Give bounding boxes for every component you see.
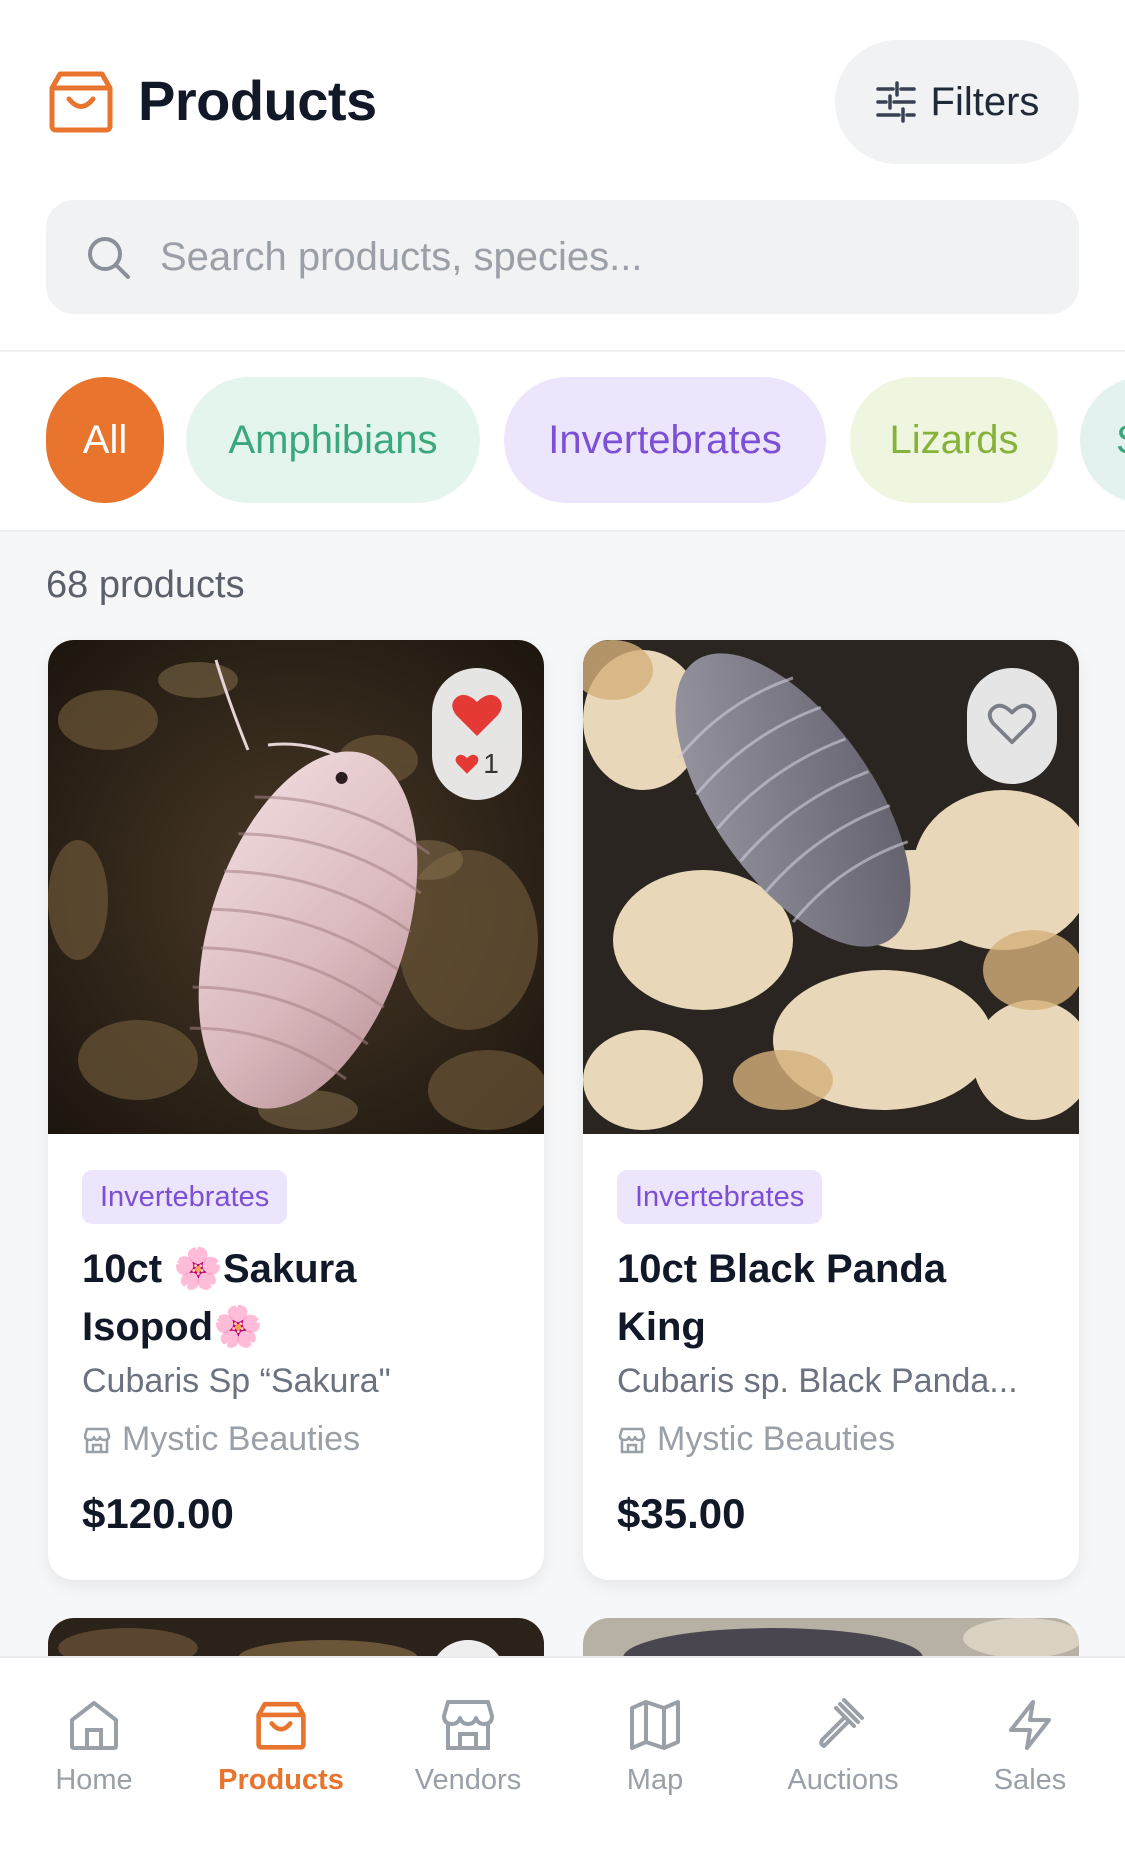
product-title-line: 10ct Black Panda bbox=[617, 1247, 947, 1291]
nav-label: Auctions bbox=[787, 1764, 899, 1796]
category-badge: Invertebrates bbox=[82, 1170, 288, 1224]
product-title-line: King bbox=[617, 1305, 706, 1349]
gavel-icon bbox=[819, 1698, 864, 1748]
chip-s[interactable]: S bbox=[1080, 377, 1125, 503]
nav-label: Home bbox=[55, 1764, 133, 1796]
home-icon bbox=[70, 1701, 118, 1750]
heart-small-icon bbox=[455, 754, 479, 774]
nav-label: Products bbox=[218, 1764, 344, 1796]
nav-auctions[interactable]: Auctions bbox=[763, 1698, 923, 1797]
sliders-icon bbox=[875, 81, 916, 123]
favorite-button[interactable] bbox=[967, 668, 1057, 784]
product-card[interactable]: Invertebrates 10ct Black Panda King Cuba… bbox=[583, 640, 1079, 1580]
product-price: $35.00 bbox=[617, 1490, 746, 1537]
product-card[interactable]: 1 Invertebrates 10ct 🌸Sakura Isopod🌸 Cub… bbox=[48, 640, 544, 1580]
search-icon bbox=[88, 237, 130, 279]
nav-home[interactable]: Home bbox=[14, 1698, 174, 1797]
nav-sales[interactable]: Sales bbox=[950, 1698, 1110, 1797]
nav-label: Map bbox=[626, 1764, 684, 1796]
chip-label: Lizards bbox=[889, 417, 1019, 462]
search-bar[interactable] bbox=[46, 200, 1079, 314]
nav-label: Vendors bbox=[414, 1764, 522, 1796]
product-title-line: 10ct 🌸Sakura bbox=[82, 1247, 357, 1291]
chip-label: Amphibians bbox=[228, 417, 438, 462]
chip-label: S bbox=[1116, 418, 1125, 463]
product-species: Cubaris Sp “Sakura" bbox=[82, 1362, 391, 1400]
products-screen: Products Filters All Amphibians bbox=[0, 0, 1125, 1858]
heart-filled-icon bbox=[452, 694, 502, 736]
header: Products Filters bbox=[0, 0, 1125, 352]
nav-label: Sales bbox=[993, 1764, 1067, 1796]
category-badge: Invertebrates bbox=[617, 1170, 823, 1224]
map-icon bbox=[630, 1700, 680, 1750]
chip-label: All bbox=[82, 417, 128, 462]
favorite-count-value: 1 bbox=[483, 748, 499, 779]
store-icon bbox=[618, 1427, 646, 1453]
store-icon bbox=[442, 1700, 494, 1750]
search-input[interactable] bbox=[160, 222, 1040, 292]
bolt-icon bbox=[1009, 1700, 1051, 1750]
shopping-bag-icon bbox=[256, 1701, 306, 1750]
product-title: 10ct Black Panda King bbox=[617, 1240, 1057, 1356]
nav-vendors[interactable]: Vendors bbox=[388, 1698, 548, 1797]
vendor-name: Mystic Beauties bbox=[122, 1420, 361, 1458]
chip-amphibians[interactable]: Amphibians bbox=[186, 377, 480, 503]
product-title: 10ct 🌸Sakura Isopod🌸 bbox=[82, 1240, 522, 1356]
vendor-name: Mystic Beauties bbox=[657, 1420, 896, 1458]
bottom-nav: Home Products Vendors Map Auctions Sales bbox=[0, 1656, 1125, 1858]
page-title: Products bbox=[138, 69, 377, 132]
filters-button[interactable]: Filters bbox=[835, 40, 1079, 164]
favorite-button[interactable]: 1 bbox=[432, 668, 522, 800]
shopping-bag-icon bbox=[49, 71, 113, 133]
chip-lizards[interactable]: Lizards bbox=[850, 377, 1058, 503]
product-vendor[interactable]: Mystic Beauties bbox=[82, 1420, 360, 1459]
product-title-line: Isopod🌸 bbox=[82, 1305, 263, 1349]
product-price: $120.00 bbox=[82, 1490, 234, 1537]
product-count: 68 products bbox=[46, 564, 245, 606]
favorite-count: 1 bbox=[432, 748, 522, 780]
nav-map[interactable]: Map bbox=[575, 1698, 735, 1797]
heart-outline-icon bbox=[987, 703, 1037, 745]
filters-label: Filters bbox=[930, 79, 1040, 124]
category-chips: All Amphibians Invertebrates Lizards S bbox=[0, 352, 1125, 532]
product-species: Cubaris sp. Black Panda... bbox=[617, 1362, 1018, 1400]
nav-products[interactable]: Products bbox=[201, 1698, 361, 1797]
chip-all[interactable]: All bbox=[46, 377, 164, 503]
chip-invertebrates[interactable]: Invertebrates bbox=[504, 377, 826, 503]
product-vendor[interactable]: Mystic Beauties bbox=[617, 1420, 895, 1459]
chip-label: Invertebrates bbox=[548, 417, 782, 462]
store-icon bbox=[83, 1427, 111, 1453]
